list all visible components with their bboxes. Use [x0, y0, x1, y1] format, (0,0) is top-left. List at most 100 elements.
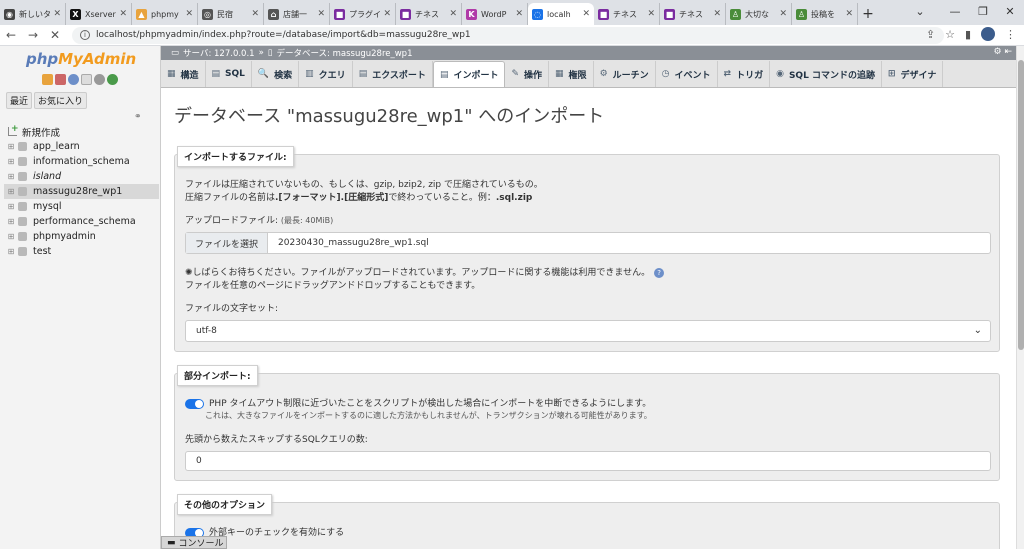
- home-icon[interactable]: [42, 74, 53, 85]
- expand-icon[interactable]: ⊞: [6, 202, 16, 212]
- browser-tab[interactable]: ■ チネス ✕: [396, 3, 462, 25]
- tree-database-item[interactable]: ⊞ information_schema: [4, 154, 159, 169]
- breadcrumb: ▭ サーバ: 127.0.0.1 » ▯ データベース: massugu28re…: [161, 46, 1016, 60]
- site-info-icon[interactable]: i: [80, 30, 90, 40]
- tab-close-icon[interactable]: ✕: [383, 9, 391, 19]
- new-tab-button[interactable]: +: [858, 3, 878, 25]
- tree-database-item[interactable]: ⊞ test: [4, 244, 159, 259]
- share-icon[interactable]: ⇪: [926, 28, 935, 41]
- designer-icon: ⊞: [887, 69, 896, 79]
- tab-close-icon[interactable]: ✕: [317, 9, 325, 19]
- settings-icon[interactable]: [94, 74, 105, 85]
- tab-close-icon[interactable]: ✕: [582, 9, 590, 19]
- menu-tab[interactable]: 🔍 検索: [252, 61, 300, 87]
- menu-tab-label: エクスポート: [372, 70, 426, 81]
- timeout-option: PHP タイムアウト制限に近づいたことをスクリプトが検出した場合にインポートを中…: [185, 396, 651, 409]
- browser-tab[interactable]: ⌂ 店舗一 ✕: [264, 3, 330, 25]
- tab-search-icon[interactable]: ⌄: [900, 0, 940, 22]
- menu-tab-label: 検索: [274, 70, 293, 81]
- tree-database-item[interactable]: ⊞ app_learn: [4, 139, 159, 154]
- side-panel-icon[interactable]: ▮: [965, 28, 971, 41]
- tab-close-icon[interactable]: ✕: [251, 9, 259, 19]
- menu-tab[interactable]: ▤ SQL: [206, 61, 252, 87]
- tab-close-icon[interactable]: ✕: [713, 9, 721, 19]
- menu-tab[interactable]: ◷ イベント: [656, 61, 718, 87]
- close-window-icon[interactable]: ✕: [990, 0, 1024, 22]
- expand-icon[interactable]: ⊞: [6, 232, 16, 242]
- choose-file-button[interactable]: ファイルを選択: [186, 233, 269, 253]
- browser-tab[interactable]: ◌ localh ✕: [528, 3, 594, 25]
- menu-tab[interactable]: ✎ 操作: [505, 61, 550, 87]
- back-icon[interactable]: ←: [0, 28, 22, 42]
- recent-button[interactable]: 最近: [6, 92, 33, 109]
- menu-tab[interactable]: ▤ インポート: [432, 61, 506, 87]
- tree-database-item[interactable]: ⊞ performance_schema: [4, 214, 159, 229]
- menu-tab[interactable]: ▤ エクスポート: [353, 61, 433, 87]
- charset-select[interactable]: utf-8 ⌄: [185, 320, 991, 342]
- browser-tab[interactable]: ◉ 新しいタ ✕: [0, 3, 66, 25]
- browser-tab[interactable]: ■ チネス ✕: [660, 3, 726, 25]
- browser-tab[interactable]: ♙ 大切な ✕: [726, 3, 792, 25]
- expand-icon[interactable]: ⊞: [6, 157, 16, 167]
- browser-tab[interactable]: ■ プラグイ ✕: [330, 3, 396, 25]
- expand-icon[interactable]: ⊞: [6, 187, 16, 197]
- tab-favicon-icon: K: [466, 8, 477, 20]
- browser-tab[interactable]: K WordP ✕: [462, 3, 528, 25]
- charset-value: utf-8: [196, 326, 217, 336]
- tree-new-database[interactable]: 新規作成: [4, 124, 159, 139]
- tree-database-item[interactable]: ⊞ massugu28re_wp1: [4, 184, 159, 199]
- browser-tab[interactable]: ▲ phpmy ✕: [132, 3, 198, 25]
- stop-loading-icon[interactable]: ✕: [44, 28, 66, 42]
- tree-database-item[interactable]: ⊞ phpmyadmin: [4, 229, 159, 244]
- tab-close-icon[interactable]: ✕: [119, 9, 127, 19]
- expand-icon[interactable]: ⊞: [6, 172, 16, 182]
- tab-close-icon[interactable]: ✕: [53, 9, 61, 19]
- browser-tab[interactable]: ♙ 投稿を ✕: [792, 3, 858, 25]
- logout-icon[interactable]: [55, 74, 66, 85]
- forward-icon[interactable]: →: [22, 28, 44, 42]
- breadcrumb-database[interactable]: データベース: massugu28re_wp1: [276, 47, 412, 59]
- tree-database-item[interactable]: ⊞ mysql: [4, 199, 159, 214]
- tab-close-icon[interactable]: ✕: [185, 9, 193, 19]
- browser-tab[interactable]: ■ チネス ✕: [594, 3, 660, 25]
- file-upload-input[interactable]: ファイルを選択 20230430_massugu28re_wp1.sql: [185, 232, 991, 254]
- tab-close-icon[interactable]: ✕: [779, 9, 787, 19]
- browser-tab-bar: ◉ 新しいタ ✕ X Xserver ✕ ▲ phpmy ✕ ◎ 民宿 ✕ ⌂ 店舗一 ✕ ■ プラグイ ✕ ■ チネ…: [0, 0, 1024, 25]
- reload-icon[interactable]: [107, 74, 118, 85]
- expand-icon[interactable]: ⊞: [6, 247, 16, 257]
- profile-avatar[interactable]: [981, 27, 995, 41]
- help-icon[interactable]: ?: [654, 268, 665, 278]
- browser-menu-icon[interactable]: ⋮: [1005, 28, 1016, 41]
- tab-close-icon[interactable]: ✕: [647, 9, 655, 19]
- docs-icon[interactable]: [81, 74, 92, 85]
- phpmyadmin-logo[interactable]: phpMyAdmin: [26, 50, 136, 68]
- bookmark-star-icon[interactable]: ☆: [945, 28, 955, 41]
- menu-tab[interactable]: ▥ クエリ: [299, 61, 353, 87]
- menu-tab[interactable]: ⊞ デザイナ: [882, 61, 944, 87]
- menu-tab-label: 構造: [180, 70, 199, 81]
- menu-tab[interactable]: ⇄ トリガ: [718, 61, 771, 87]
- expand-icon[interactable]: ⊞: [6, 142, 16, 152]
- link-icon[interactable]: ⚭: [134, 112, 142, 122]
- console-toggle[interactable]: ▬ コンソール: [161, 536, 227, 549]
- browser-tab[interactable]: ◎ 民宿 ✕: [198, 3, 264, 25]
- scrollbar-thumb[interactable]: [1018, 60, 1024, 350]
- menu-tab[interactable]: ▦ 構造: [161, 61, 206, 87]
- allow-interrupt-toggle[interactable]: [185, 398, 204, 409]
- skip-queries-input[interactable]: 0: [185, 451, 991, 471]
- tree-database-item[interactable]: ⊞ island: [4, 169, 159, 184]
- expand-icon[interactable]: ⊞: [6, 217, 16, 227]
- menu-tab[interactable]: ▦ 権限: [549, 61, 594, 87]
- url-input[interactable]: i localhost/phpmyadmin/index.php?route=/…: [72, 26, 944, 44]
- help-icon[interactable]: [68, 74, 79, 85]
- breadcrumb-server[interactable]: サーバ: 127.0.0.1: [183, 47, 255, 59]
- favorites-button[interactable]: お気に入り: [34, 92, 88, 109]
- settings-gear-icon[interactable]: ⚙ ⇤: [994, 47, 1012, 57]
- tab-close-icon[interactable]: ✕: [845, 9, 853, 19]
- menu-tab[interactable]: ⚙ ルーチン: [594, 61, 656, 87]
- tab-close-icon[interactable]: ✕: [515, 9, 523, 19]
- menu-tab[interactable]: ◉ SQL コマンドの追跡: [770, 61, 882, 87]
- tab-close-icon[interactable]: ✕: [449, 9, 457, 19]
- page-scrollbar[interactable]: [1016, 46, 1024, 549]
- browser-tab[interactable]: X Xserver ✕: [66, 3, 132, 25]
